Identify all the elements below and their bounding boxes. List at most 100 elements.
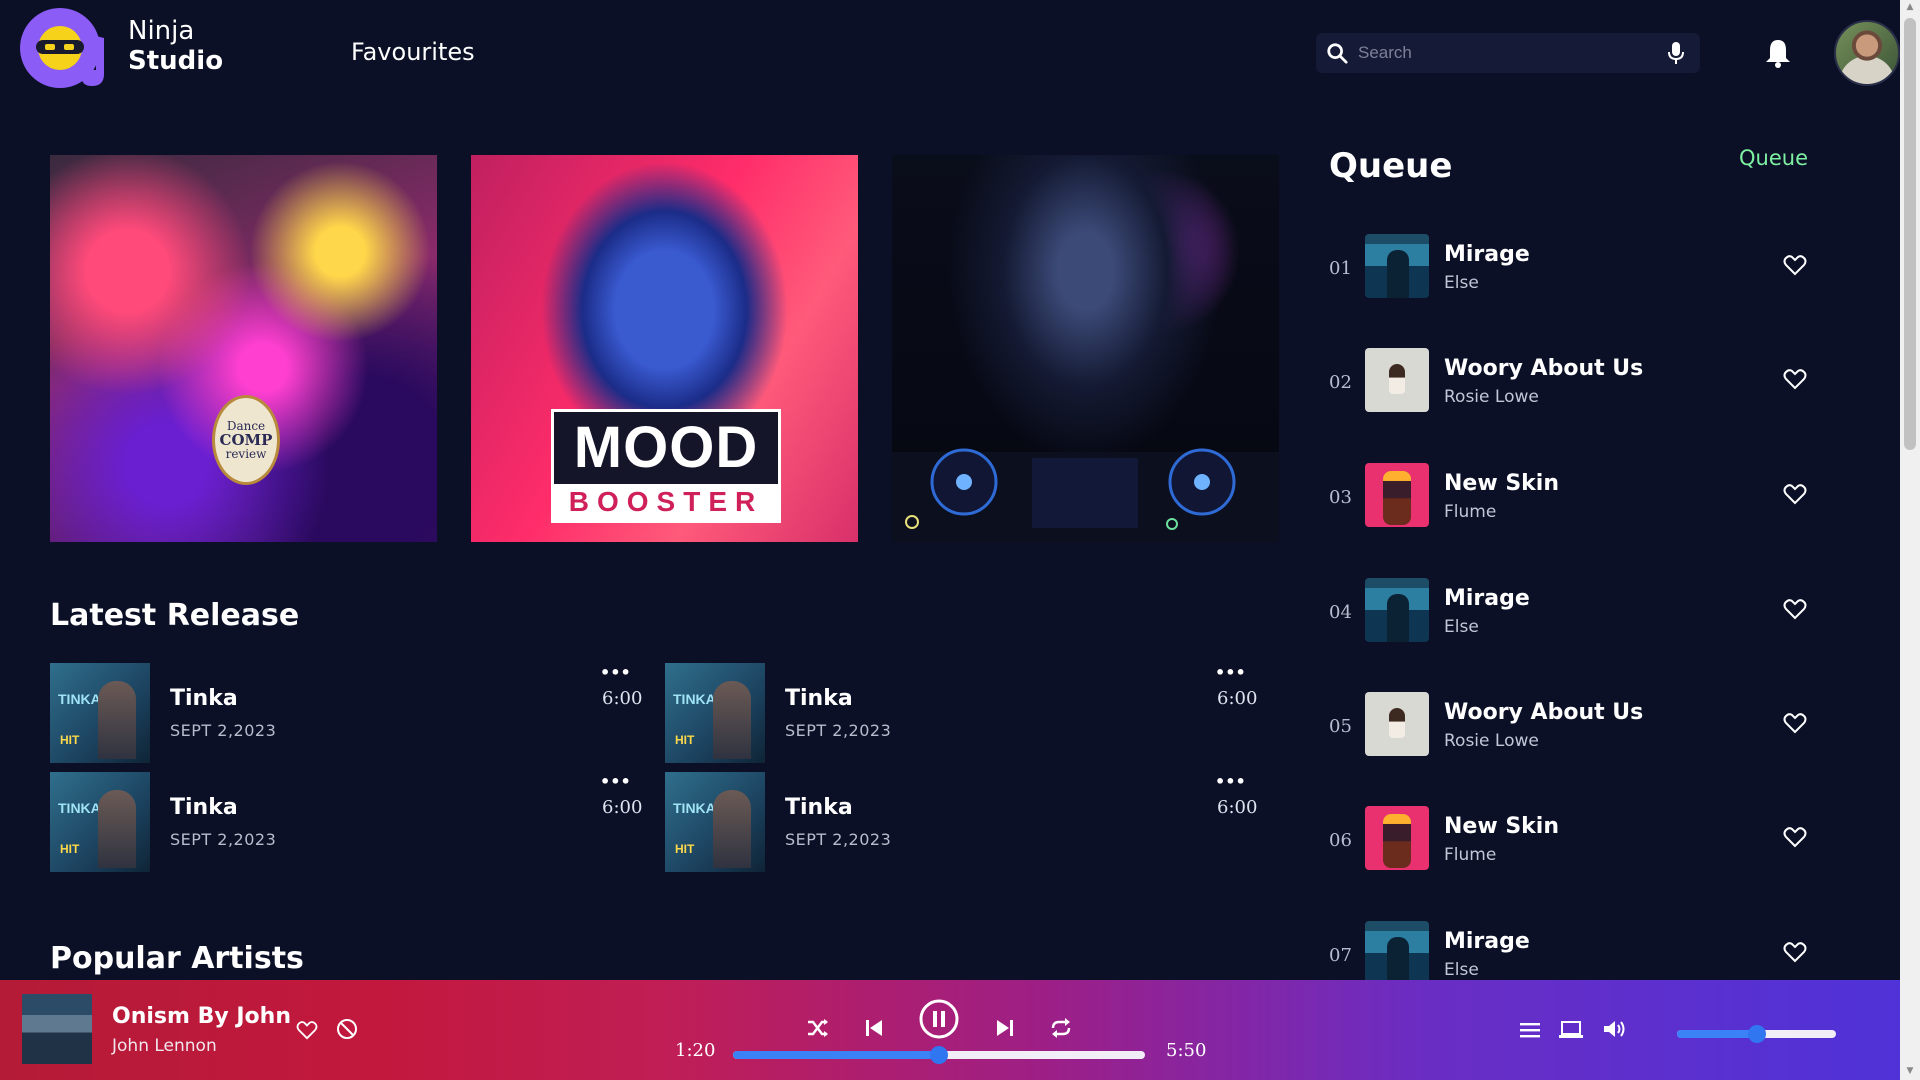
volume-slider[interactable] <box>1677 1025 1836 1043</box>
brand-line-1: Ninja <box>128 16 195 46</box>
queue-list-icon[interactable] <box>1520 1022 1540 1038</box>
release-cover: TINKA HIT <box>50 772 150 872</box>
cover-sub: HIT <box>60 842 80 856</box>
release-item[interactable]: TINKA HIT Tinka SEPT 2,2023 ••• 6:00 <box>50 663 643 763</box>
cover-text: TINKA <box>673 800 716 816</box>
page-scrollbar[interactable]: ▲ ▼ <box>1900 0 1920 1080</box>
heart-icon[interactable] <box>296 1020 318 1040</box>
more-options-icon[interactable]: ••• <box>1215 663 1246 682</box>
more-options-icon[interactable]: ••• <box>600 772 631 791</box>
queue-item-title: Woory About Us <box>1444 700 1644 725</box>
banner-dj[interactable] <box>892 155 1279 542</box>
user-avatar[interactable] <box>1834 20 1900 86</box>
bell-icon[interactable] <box>1764 38 1792 68</box>
more-options-icon[interactable]: ••• <box>1215 772 1246 791</box>
skip-next-icon[interactable] <box>997 1018 1013 1038</box>
queue-item[interactable]: 07 Mirage Else <box>1329 921 1809 987</box>
ninja-studio-logo[interactable] <box>18 4 118 90</box>
total-time: 5:50 <box>1166 1040 1207 1061</box>
search-bar[interactable] <box>1316 33 1700 73</box>
badge-line-2: COMP <box>219 431 273 449</box>
release-title: Tinka <box>785 686 853 711</box>
banner-mood-booster[interactable]: MOOD BOOSTER <box>471 155 858 542</box>
queue-item-artist: Rosie Lowe <box>1444 731 1539 751</box>
progress-bar[interactable] <box>733 1046 1145 1064</box>
more-options-icon[interactable]: ••• <box>600 663 631 682</box>
pause-icon[interactable] <box>918 998 960 1040</box>
heart-icon[interactable] <box>1783 368 1807 390</box>
brand-name: Ninja Studio <box>128 16 223 76</box>
release-item[interactable]: TINKA HIT Tinka SEPT 2,2023 ••• 6:00 <box>50 772 642 872</box>
badge-line-3: review <box>225 447 267 461</box>
mood-subtitle: BOOSTER <box>554 484 778 520</box>
microphone-icon[interactable] <box>1666 41 1686 65</box>
cover-text: TINKA <box>58 800 101 816</box>
cover-sub: HIT <box>675 733 695 747</box>
release-date: SEPT 2,2023 <box>785 830 892 849</box>
queue-item[interactable]: 06 New Skin Flume <box>1329 806 1809 872</box>
dance-comp-badge: Dance COMP review <box>212 395 280 485</box>
player-bar: Onism By John John Lennon 1:20 5:50 <box>0 980 1900 1080</box>
queue-item-number: 07 <box>1329 945 1352 966</box>
block-icon[interactable] <box>336 1018 358 1040</box>
cover-sub: HIT <box>675 842 695 856</box>
scroll-thumb[interactable] <box>1904 18 1916 450</box>
queue-link[interactable]: Queue <box>1739 146 1808 170</box>
queue-item-title: Woory About Us <box>1444 356 1644 381</box>
queue-item[interactable]: 04 Mirage Else <box>1329 578 1809 644</box>
release-duration: 6:00 <box>602 688 643 709</box>
queue-item-cover <box>1365 806 1429 870</box>
queue-item-title: Mirage <box>1444 242 1530 267</box>
release-cover: TINKA HIT <box>665 663 765 763</box>
dj-deck-image <box>892 448 1279 542</box>
scroll-down-arrow[interactable]: ▼ <box>1904 1066 1916 1076</box>
queue-item-cover <box>1365 348 1429 412</box>
release-item[interactable]: TINKA HIT Tinka SEPT 2,2023 ••• 6:00 <box>665 663 1258 763</box>
repeat-icon[interactable] <box>1050 1017 1072 1039</box>
nav-favourites-link[interactable]: Favourites <box>351 38 475 66</box>
volume-fill <box>1677 1030 1757 1038</box>
cover-sub: HIT <box>60 733 80 747</box>
search-input[interactable] <box>1348 33 1666 73</box>
heart-icon[interactable] <box>1783 941 1807 963</box>
progress-handle[interactable] <box>930 1046 948 1064</box>
cover-text: TINKA <box>58 691 101 707</box>
volume-icon[interactable] <box>1603 1019 1627 1039</box>
shuffle-icon[interactable] <box>806 1017 830 1039</box>
queue-item-artist: Else <box>1444 617 1479 637</box>
release-date: SEPT 2,2023 <box>785 721 892 740</box>
release-item[interactable]: TINKA HIT Tinka SEPT 2,2023 ••• 6:00 <box>665 772 1258 872</box>
now-playing-cover <box>22 994 92 1064</box>
skip-previous-icon[interactable] <box>866 1018 882 1038</box>
release-cover: TINKA HIT <box>50 663 150 763</box>
release-date: SEPT 2,2023 <box>170 830 277 849</box>
heart-icon[interactable] <box>1783 712 1807 734</box>
heart-icon[interactable] <box>1783 826 1807 848</box>
release-title: Tinka <box>785 795 853 820</box>
queue-item[interactable]: 01 Mirage Else <box>1329 234 1809 300</box>
queue-item-cover <box>1365 234 1429 298</box>
release-duration: 6:00 <box>1217 688 1258 709</box>
queue-item-artist: Else <box>1444 960 1479 980</box>
queue-item-cover <box>1365 921 1429 985</box>
queue-item[interactable]: 03 New Skin Flume <box>1329 463 1809 529</box>
search-icon <box>1327 43 1348 64</box>
release-date: SEPT 2,2023 <box>170 721 277 740</box>
current-time: 1:20 <box>675 1040 716 1061</box>
queue-heading: Queue <box>1329 146 1453 186</box>
queue-item[interactable]: 02 Woory About Us Rosie Lowe <box>1329 348 1809 414</box>
queue-item-artist: Flume <box>1444 502 1497 522</box>
heart-icon[interactable] <box>1783 254 1807 276</box>
queue-item-number: 06 <box>1329 830 1352 851</box>
heart-icon[interactable] <box>1783 598 1807 620</box>
queue-item-number: 04 <box>1329 602 1352 623</box>
release-cover: TINKA HIT <box>665 772 765 872</box>
laptop-icon[interactable] <box>1559 1021 1583 1039</box>
banner-dance-party[interactable]: Dance COMP review <box>50 155 437 542</box>
now-playing-title: Onism By John <box>112 1004 291 1029</box>
heart-icon[interactable] <box>1783 483 1807 505</box>
queue-item[interactable]: 05 Woory About Us Rosie Lowe <box>1329 692 1809 758</box>
volume-handle[interactable] <box>1747 1025 1766 1043</box>
release-duration: 6:00 <box>1217 797 1258 818</box>
scroll-up-arrow[interactable]: ▲ <box>1904 2 1916 12</box>
